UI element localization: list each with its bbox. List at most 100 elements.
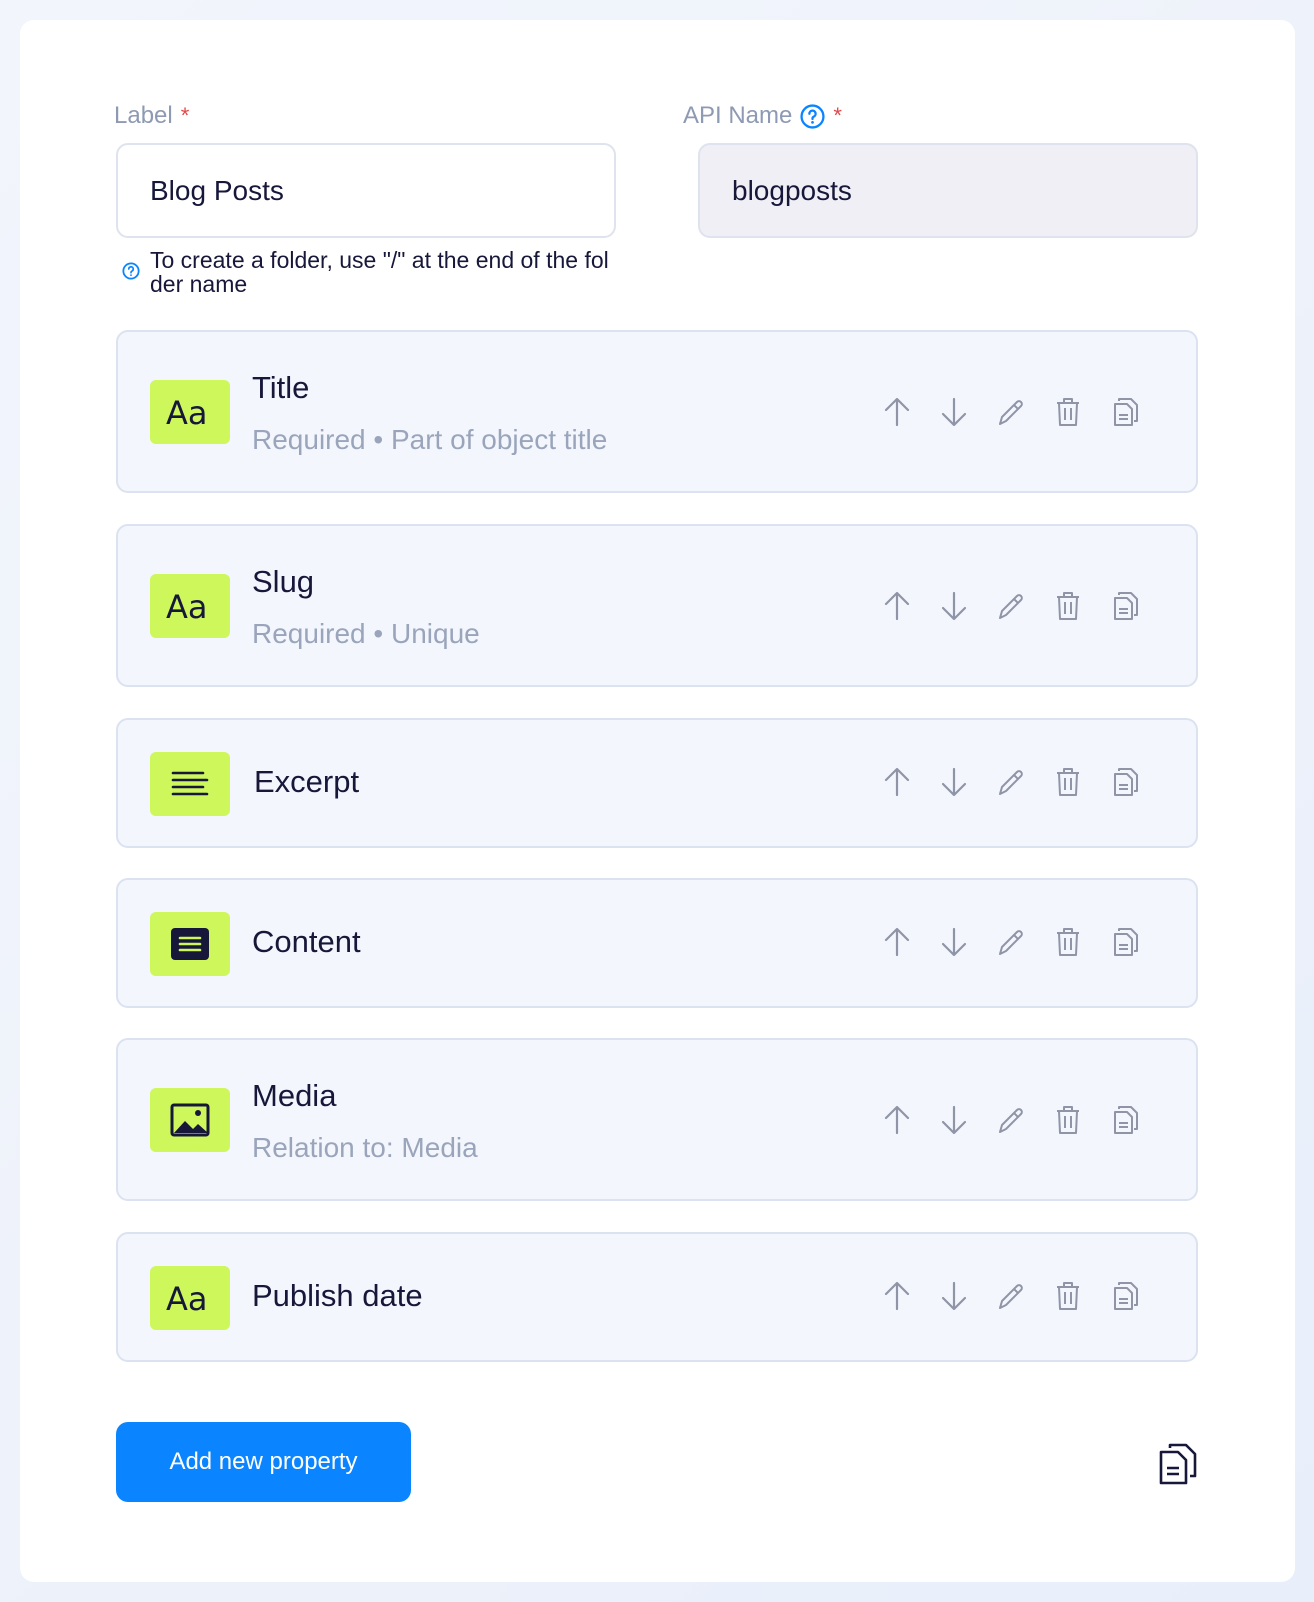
move-up-button[interactable] <box>882 590 912 622</box>
trash-icon <box>1057 398 1079 426</box>
pencil-icon <box>999 770 1023 795</box>
api-name-label-text: API Name <box>683 102 793 129</box>
text-type-icon: Aa <box>150 574 230 638</box>
delete-button[interactable] <box>1053 766 1083 798</box>
property-subtitle: Required • Unique <box>252 618 480 649</box>
rich-text-icon <box>150 912 230 976</box>
label-input[interactable] <box>116 143 616 238</box>
delete-button[interactable] <box>1053 396 1083 428</box>
property-actions <box>882 1104 1140 1136</box>
arrow-up-icon <box>884 1281 910 1311</box>
move-down-button[interactable] <box>939 766 969 798</box>
property-subtitle: Relation to: Media <box>252 1132 478 1163</box>
align-left-icon <box>150 752 230 816</box>
property-row-publish-date[interactable]: Aa Publish date <box>116 1232 1198 1362</box>
copy-icon <box>1114 1106 1138 1134</box>
move-down-button[interactable] <box>939 590 969 622</box>
add-new-property-button[interactable]: Add new property <box>116 1422 411 1502</box>
edit-button[interactable] <box>996 766 1026 798</box>
delete-button[interactable] <box>1053 590 1083 622</box>
trash-icon <box>1057 1106 1079 1134</box>
arrow-up-icon <box>884 1105 910 1135</box>
arrow-up-icon <box>884 927 910 957</box>
svg-text:Aa: Aa <box>166 1282 208 1314</box>
move-down-button[interactable] <box>939 1104 969 1136</box>
pencil-icon <box>999 1108 1023 1133</box>
delete-button[interactable] <box>1053 1280 1083 1312</box>
arrow-up-icon <box>884 767 910 797</box>
arrow-up-icon <box>884 591 910 621</box>
arrow-down-icon <box>941 591 967 621</box>
edit-button[interactable] <box>996 926 1026 958</box>
move-up-button[interactable] <box>882 396 912 428</box>
label-field-label: Label * <box>114 102 189 130</box>
required-mark: * <box>180 103 190 128</box>
duplicate-button[interactable] <box>1110 396 1140 428</box>
duplicate-button[interactable] <box>1110 926 1140 958</box>
duplicate-button[interactable] <box>1110 1104 1140 1136</box>
delete-button[interactable] <box>1053 926 1083 958</box>
trash-icon <box>1057 768 1079 796</box>
move-down-button[interactable] <box>939 1280 969 1312</box>
svg-text:Aa: Aa <box>166 396 208 428</box>
move-up-button[interactable] <box>882 766 912 798</box>
copy-icon <box>1159 1443 1197 1485</box>
arrow-down-icon <box>941 1105 967 1135</box>
edit-button[interactable] <box>996 590 1026 622</box>
pencil-icon <box>999 400 1023 425</box>
text-type-icon: Aa <box>150 1266 230 1330</box>
property-actions <box>882 1280 1140 1312</box>
trash-icon <box>1057 928 1079 956</box>
svg-text:Aa: Aa <box>166 590 208 622</box>
pencil-icon <box>999 930 1023 955</box>
property-name: Content <box>252 924 361 959</box>
property-actions <box>882 590 1140 622</box>
property-row-slug[interactable]: Aa Slug Required • Unique <box>116 524 1198 687</box>
edit-button[interactable] <box>996 1280 1026 1312</box>
arrow-down-icon <box>941 1281 967 1311</box>
api-name-input[interactable] <box>698 143 1198 238</box>
duplicate-button[interactable] <box>1110 766 1140 798</box>
copy-icon <box>1114 398 1138 426</box>
property-row-media[interactable]: Media Relation to: Media <box>116 1038 1198 1201</box>
duplicate-button[interactable] <box>1110 1280 1140 1312</box>
arrow-up-icon <box>884 397 910 427</box>
copy-schema-button[interactable] <box>1158 1442 1198 1486</box>
copy-icon <box>1114 768 1138 796</box>
move-up-button[interactable] <box>882 1104 912 1136</box>
hint-text: To create a folder, use "/" at the end o… <box>150 247 609 297</box>
copy-icon <box>1114 592 1138 620</box>
delete-button[interactable] <box>1053 1104 1083 1136</box>
move-down-button[interactable] <box>939 396 969 428</box>
move-up-button[interactable] <box>882 1280 912 1312</box>
property-subtitle: Required • Part of object title <box>252 424 608 455</box>
duplicate-button[interactable] <box>1110 590 1140 622</box>
text-type-icon: Aa <box>150 380 230 444</box>
property-actions <box>882 396 1140 428</box>
arrow-down-icon <box>941 767 967 797</box>
property-actions <box>882 766 1140 798</box>
property-name: Media <box>252 1078 337 1113</box>
api-name-field-label: API Name * <box>683 102 842 130</box>
pencil-icon <box>999 594 1023 619</box>
folder-hint: To create a folder, use "/" at the end o… <box>122 248 612 296</box>
copy-icon <box>1114 1282 1138 1310</box>
move-up-button[interactable] <box>882 926 912 958</box>
arrow-down-icon <box>941 397 967 427</box>
property-row-title[interactable]: Aa Title Required • Part of object title <box>116 330 1198 493</box>
property-row-content[interactable]: Content <box>116 878 1198 1008</box>
property-name: Publish date <box>252 1278 423 1313</box>
edit-button[interactable] <box>996 1104 1026 1136</box>
edit-button[interactable] <box>996 396 1026 428</box>
help-icon[interactable] <box>800 103 825 129</box>
arrow-down-icon <box>941 927 967 957</box>
trash-icon <box>1057 1282 1079 1310</box>
property-name: Slug <box>252 564 315 599</box>
move-down-button[interactable] <box>939 926 969 958</box>
required-mark: * <box>833 103 842 128</box>
property-row-excerpt[interactable]: Excerpt <box>116 718 1198 848</box>
help-icon <box>122 262 140 280</box>
pencil-icon <box>999 1284 1023 1309</box>
property-actions <box>882 926 1140 958</box>
copy-icon <box>1114 928 1138 956</box>
